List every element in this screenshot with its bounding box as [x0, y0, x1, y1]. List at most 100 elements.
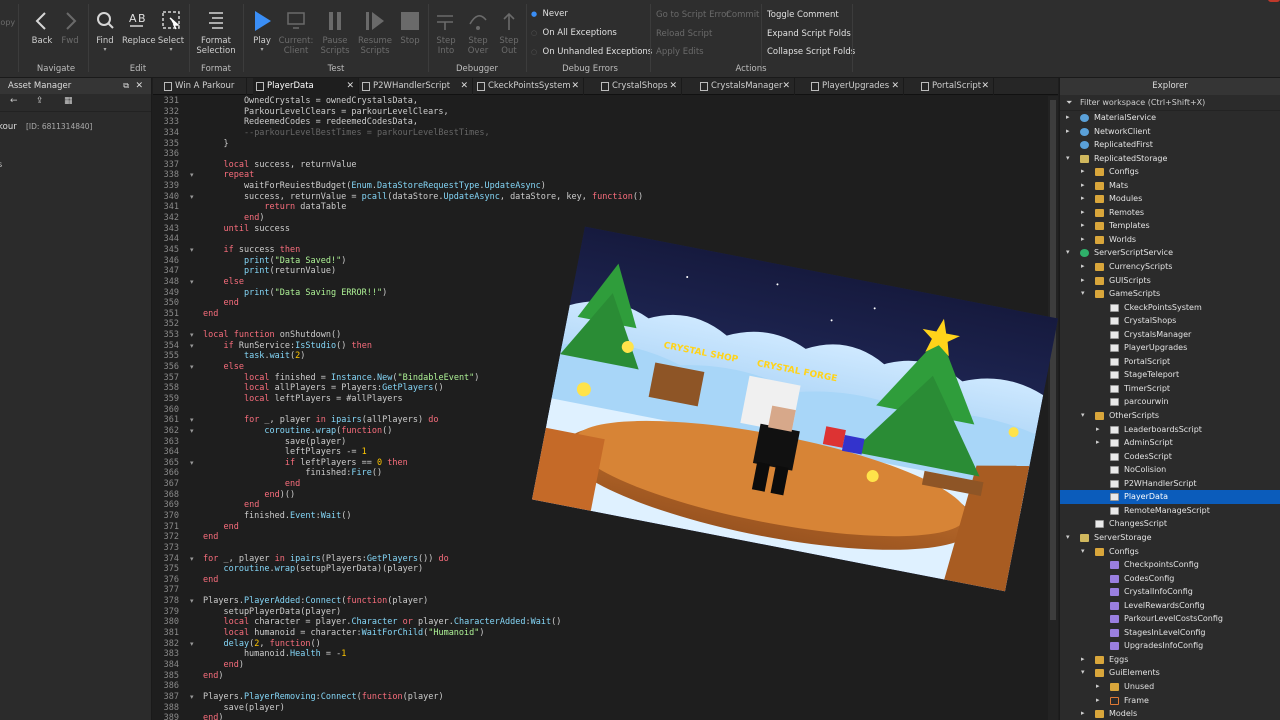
fold-arrow-icon[interactable]: ▾ — [190, 692, 200, 703]
toggle-comment-button[interactable]: Toggle Comment — [767, 10, 839, 20]
explorer-item[interactable]: ▸ LeaderboardsScript — [1060, 423, 1280, 437]
close-tab-icon[interactable]: ✕ — [571, 78, 579, 95]
collapsed-arrow-icon[interactable]: ▸ — [1081, 653, 1085, 667]
code-line[interactable]: end) — [203, 671, 1043, 682]
explorer-item[interactable]: ▸ Remotes — [1060, 206, 1280, 220]
resume-scripts-button[interactable]: Resume Scripts — [356, 8, 394, 56]
explorer-item[interactable]: ▸ Models — [1060, 707, 1280, 720]
explorer-item[interactable]: ▸ Frame — [1060, 694, 1280, 708]
code-line[interactable]: setupPlayerData(player) — [203, 607, 1043, 618]
explorer-item[interactable]: ▸ NetworkClient — [1060, 125, 1280, 139]
explorer-item[interactable]: ▸ AdminScript — [1060, 436, 1280, 450]
explorer-item[interactable]: ▾ ServerScriptService — [1060, 246, 1280, 260]
explorer-item[interactable]: CodesScript — [1060, 450, 1280, 464]
collapsed-arrow-icon[interactable]: ▸ — [1096, 680, 1100, 694]
code-line[interactable]: return dataTable — [203, 202, 1043, 213]
explorer-item[interactable]: CkeckPointsSystem — [1060, 301, 1280, 315]
code-line[interactable]: RedeemedCodes = redeemedCodesData, — [203, 117, 1043, 128]
tab-win-a-parkour[interactable]: Win A Parkour — [161, 78, 247, 95]
fwd-button[interactable]: Fwd — [58, 8, 82, 46]
close-tab-icon[interactable]: ✕ — [891, 78, 899, 95]
explorer-item[interactable]: StageTeleport — [1060, 368, 1280, 382]
tab-playerdata[interactable]: PlayerData ✕ — [253, 78, 359, 95]
collapsed-arrow-icon[interactable]: ▸ — [1081, 707, 1085, 720]
copy-button[interactable]: Copy — [0, 18, 16, 28]
code-line[interactable] — [203, 585, 1043, 596]
code-line[interactable]: save(player) — [203, 703, 1043, 714]
step-into-button[interactable]: Step Into — [432, 8, 460, 56]
collapsed-arrow-icon[interactable]: ▸ — [1081, 260, 1085, 274]
stop-button[interactable]: Stop — [398, 8, 422, 46]
current-client-button[interactable]: Current: Client — [278, 8, 314, 56]
expanded-arrow-icon[interactable]: ▾ — [1081, 545, 1085, 559]
code-line[interactable]: } — [203, 139, 1043, 150]
code-line[interactable]: end) — [203, 713, 1043, 720]
explorer-item[interactable]: ▾ GuiElements — [1060, 666, 1280, 680]
explorer-item[interactable]: StagesInLevelConfig — [1060, 626, 1280, 640]
back-arrow-icon[interactable]: ← — [10, 96, 18, 106]
step-out-button[interactable]: Step Out — [496, 8, 522, 56]
asset-list-item[interactable]: kour [ID: 6811314840] — [0, 112, 151, 138]
fold-arrow-icon[interactable]: ▾ — [190, 341, 200, 352]
expanded-arrow-icon[interactable]: ▾ — [1081, 287, 1085, 301]
explorer-item[interactable]: ▸ Eggs — [1060, 653, 1280, 667]
explorer-item[interactable]: CheckpointsConfig — [1060, 558, 1280, 572]
code-line[interactable]: success, returnValue = pcall(dataStore.U… — [203, 192, 1043, 203]
tab-crystalshops[interactable]: CrystalShops ✕ — [598, 78, 682, 95]
collapsed-arrow-icon[interactable]: ▸ — [1096, 694, 1100, 708]
fold-arrow-icon[interactable]: ▾ — [190, 415, 200, 426]
tab-p2whandlerscript[interactable]: P2WHandlerScript ✕ — [359, 78, 473, 95]
explorer-item[interactable]: CodesConfig — [1060, 572, 1280, 586]
close-tab-icon[interactable]: ✕ — [346, 78, 354, 95]
play-button[interactable]: Play ▾ — [248, 8, 276, 53]
code-line[interactable]: waitForReuiestBudget(Enum.DataStoreReque… — [203, 181, 1043, 192]
replace-button[interactable]: AB Replace — [122, 8, 156, 46]
expanded-arrow-icon[interactable]: ▾ — [1081, 666, 1085, 680]
expanded-arrow-icon[interactable]: ▾ — [1066, 246, 1070, 260]
find-button[interactable]: Find ▾ — [92, 8, 118, 53]
code-line[interactable]: Players.PlayerAdded:Connect(function(pla… — [203, 596, 1043, 607]
code-line[interactable]: ParkourLevelClears = parkourLevelClears, — [203, 107, 1043, 118]
close-tab-icon[interactable]: ✕ — [981, 78, 989, 95]
explorer-item[interactable]: CrystalsManager — [1060, 328, 1280, 342]
fold-arrow-icon[interactable]: ▾ — [190, 277, 200, 288]
fold-arrow-icon[interactable]: ▾ — [190, 330, 200, 341]
code-line[interactable]: delay(2, function() — [203, 639, 1043, 650]
close-tab-icon[interactable]: ✕ — [669, 78, 677, 95]
explorer-item[interactable]: ▸ CurrencyScripts — [1060, 260, 1280, 274]
collapsed-arrow-icon[interactable]: ▸ — [1081, 233, 1085, 247]
close-tab-icon[interactable]: ✕ — [782, 78, 790, 95]
tab-crystalsmanager[interactable]: CrystalsManager ✕ — [697, 78, 795, 95]
select-button[interactable]: Select ▾ — [157, 8, 185, 53]
collapsed-arrow-icon[interactable]: ▸ — [1081, 179, 1085, 193]
collapsed-arrow-icon[interactable]: ▸ — [1081, 206, 1085, 220]
reload-script-button[interactable]: Reload Script — [656, 29, 712, 39]
pause-scripts-button[interactable]: Pause Scripts — [318, 8, 352, 56]
explorer-item[interactable]: CrystalShops — [1060, 314, 1280, 328]
apply-edits-button[interactable]: Apply Edits — [656, 47, 704, 57]
collapsed-arrow-icon[interactable]: ▸ — [1066, 111, 1070, 125]
code-line[interactable] — [203, 149, 1043, 160]
explorer-item[interactable]: P2WHandlerScript — [1060, 477, 1280, 491]
collapsed-arrow-icon[interactable]: ▸ — [1081, 219, 1085, 233]
code-line[interactable]: until success — [203, 224, 1043, 235]
go-to-script-error-button[interactable]: Go to Script Error — [656, 10, 730, 20]
code-line[interactable]: local character = player.Character or pl… — [203, 617, 1043, 628]
expanded-arrow-icon[interactable]: ▾ — [1081, 409, 1085, 423]
explorer-item[interactable]: NoColision — [1060, 463, 1280, 477]
explorer-item[interactable]: ▾ ServerStorage — [1060, 531, 1280, 545]
fold-arrow-icon[interactable]: ▾ — [190, 170, 200, 181]
fold-arrow-icon[interactable]: ▾ — [190, 192, 200, 203]
fold-arrow-icon[interactable]: ▾ — [190, 245, 200, 256]
explorer-item[interactable]: ChangesScript — [1060, 517, 1280, 531]
collapsed-arrow-icon[interactable]: ▸ — [1096, 423, 1100, 437]
fold-arrow-icon[interactable]: ▾ — [190, 596, 200, 607]
close-tab-icon[interactable]: ✕ — [460, 78, 468, 95]
code-line[interactable]: Players.PlayerRemoving:Connect(function(… — [203, 692, 1043, 703]
debug-never-option[interactable]: ● Never — [531, 9, 568, 19]
fold-arrow-icon[interactable]: ▾ — [190, 362, 200, 373]
explorer-item[interactable]: UpgradesInfoConfig — [1060, 639, 1280, 653]
code-line[interactable]: humanoid.Health = -1 — [203, 649, 1043, 660]
fold-arrow-icon[interactable]: ▾ — [190, 639, 200, 650]
collapse-folds-button[interactable]: Collapse Script Folds — [767, 47, 855, 57]
